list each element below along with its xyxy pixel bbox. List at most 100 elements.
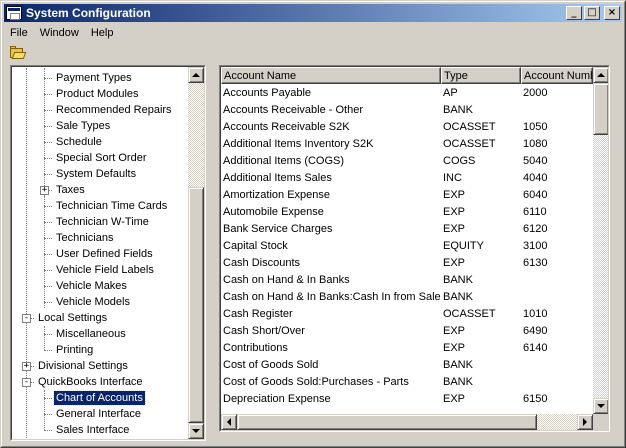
tree-item-technicians[interactable]: Technicians (54, 230, 115, 246)
menu-bar: File Window Help (4, 23, 622, 42)
tree-scroll-up-button[interactable] (188, 67, 204, 83)
account-type-cell: AP (443, 86, 458, 99)
tree-item-user-defined-fields[interactable]: User Defined Fields (54, 246, 155, 262)
table-row[interactable]: Cash Short/Over EXP 6490 (221, 322, 593, 339)
list-scroll-thumb[interactable] (593, 83, 608, 135)
table-row[interactable]: Capital Stock EQUITY 3100 (221, 237, 593, 254)
list-vertical-scrollbar[interactable] (593, 67, 608, 414)
table-row[interactable]: Contributions EXP 6140 (221, 339, 593, 356)
tree-item-quickbooks-interface[interactable]: QuickBooks Interface (36, 374, 145, 390)
table-row[interactable]: Cash on Hand & In Banks BANK (221, 271, 593, 288)
minimize-button[interactable]: _ (566, 6, 582, 20)
title-bar[interactable]: System Configuration _ □ × (4, 4, 622, 22)
tree-item-system-defaults[interactable]: System Defaults (54, 166, 138, 182)
list-scroll-down-button[interactable] (593, 398, 608, 414)
collapse-icon[interactable]: - (22, 314, 31, 323)
column-header-account-name[interactable]: Account Name (221, 67, 441, 84)
tree-item-label: Product Modules (56, 88, 139, 100)
account-name-cell: Contributions (223, 341, 288, 354)
tree-item-vehicle-makes[interactable]: Vehicle Makes (54, 278, 129, 294)
close-button[interactable]: × (604, 6, 620, 20)
column-header-type[interactable]: Type (441, 67, 521, 84)
tree-item-label: Sale Types (56, 120, 111, 132)
tree-item-sales-interface[interactable]: Sales Interface (54, 422, 131, 438)
account-type-cell: OCASSET (443, 307, 496, 320)
list-scroll-left-button[interactable] (221, 414, 237, 430)
menu-file[interactable]: File (4, 27, 34, 39)
account-name-cell: Additional Items (COGS) (223, 154, 345, 167)
account-type-cell: INC (443, 171, 462, 184)
collapse-icon[interactable]: - (22, 378, 31, 387)
tree-item-vehicle-field-labels[interactable]: Vehicle Field Labels (54, 262, 156, 278)
tree-item-label: Local Settings (38, 312, 108, 324)
list-scroll-up-button[interactable] (593, 67, 608, 83)
toolbar (4, 43, 622, 63)
table-row[interactable]: Accounts Payable AP 2000 (221, 84, 593, 101)
tree-item-schedule[interactable]: Schedule (54, 134, 104, 150)
list-horizontal-scrollbar[interactable] (221, 414, 593, 430)
maximize-button[interactable]: □ (584, 6, 600, 20)
table-row[interactable]: Depreciation Expense EXP 6150 (221, 390, 593, 407)
tree-item-vehicle-models[interactable]: Vehicle Models (54, 294, 132, 310)
maximize-icon: □ (587, 7, 597, 18)
account-type-cell: OCASSET (443, 137, 496, 150)
tree-vertical-scrollbar[interactable] (188, 67, 204, 439)
tree-view: Payment Types Product Modules Recommended … (12, 68, 188, 439)
table-row[interactable]: Accounts Receivable S2K OCASSET 1050 (221, 118, 593, 135)
menu-window[interactable]: Window (34, 27, 85, 39)
expand-icon[interactable]: + (40, 186, 49, 195)
arrow-up-icon (597, 73, 605, 77)
list-scroll-right-button[interactable] (577, 414, 593, 430)
account-type-cell: EXP (443, 188, 466, 201)
tree-item-label: System Defaults (56, 168, 137, 180)
tree-item-product-modules[interactable]: Product Modules (54, 86, 141, 102)
table-row[interactable]: Accounts Receivable - Other BANK (221, 101, 593, 118)
tree-item-payment-types[interactable]: Payment Types (54, 70, 134, 86)
table-row[interactable]: Additional Items Inventory S2K OCASSET 108… (221, 135, 593, 152)
tree-item-technician-w-time[interactable]: Technician W-Time (54, 214, 151, 230)
table-row[interactable]: Additional Items (COGS) COGS 5040 (221, 152, 593, 169)
account-name-cell: Cost of Goods Sold (223, 358, 319, 371)
tree-scroll-thumb[interactable] (188, 187, 204, 423)
arrow-right-icon (583, 418, 587, 426)
table-row[interactable]: Cash on Hand & In Banks:Cash In from Sal… (221, 288, 593, 305)
tree-item-general-interface[interactable]: General Interface (54, 406, 143, 422)
open-folder-icon[interactable] (8, 44, 28, 62)
tree-item-label: Chart of Accounts (53, 390, 146, 406)
menu-help[interactable]: Help (85, 27, 120, 39)
account-number-cell: 6140 (523, 341, 548, 354)
tree-item-recommended-repairs[interactable]: Recommended Repairs (54, 102, 174, 118)
list-body: Accounts Payable AP 2000 Accounts Receivabl… (221, 84, 593, 414)
tree-item-sale-types[interactable]: Sale Types (54, 118, 112, 134)
tree-item-divisional-settings[interactable]: Divisional Settings (36, 358, 130, 374)
tree-item-taxes[interactable]: Taxes (54, 182, 87, 198)
close-icon: × (607, 7, 617, 18)
expand-icon[interactable]: + (22, 362, 31, 371)
table-row[interactable]: Additional Items Sales INC 4040 (221, 169, 593, 186)
list-header: Account Name Type Account Number (221, 67, 593, 84)
tree-item-label: Technicians (56, 232, 114, 244)
account-number-cell: 6150 (523, 392, 548, 405)
tree-item-special-sort-order[interactable]: Special Sort Order (54, 150, 148, 166)
scroll-corner (593, 414, 608, 430)
table-row[interactable]: Cash Register OCASSET 1010 (221, 305, 593, 322)
tree-item-technician-time-cards[interactable]: Technician Time Cards (54, 198, 169, 214)
table-row[interactable]: Amortization Expense EXP 6040 (221, 186, 593, 203)
column-header-account-number[interactable]: Account Number (521, 67, 593, 84)
arrow-left-icon (227, 418, 231, 426)
tree-item-chart-of-accounts[interactable]: Chart of Accounts (53, 390, 146, 406)
table-row[interactable]: Automobile Expense EXP 6110 (221, 203, 593, 220)
account-type-cell: EXP (443, 222, 466, 235)
table-row[interactable]: Cost of Goods Sold:Purchases - Parts BANK (221, 373, 593, 390)
table-row[interactable]: Cost of Goods Sold BANK (221, 356, 593, 373)
tree-item-label: General Interface (56, 408, 141, 420)
account-name-cell: Cash Discounts (223, 256, 301, 269)
tree-item-miscellaneous[interactable]: Miscellaneous (54, 326, 128, 342)
tree-item-printing[interactable]: Printing (54, 342, 95, 358)
table-row[interactable]: Cash Discounts EXP 6130 (221, 254, 593, 271)
tree-item-local-settings[interactable]: Local Settings (36, 310, 109, 326)
list-hscroll-thumb[interactable] (237, 414, 537, 430)
table-row[interactable]: Bank Service Charges EXP 6120 (221, 220, 593, 237)
tree-item-label: Vehicle Field Labels (56, 264, 154, 276)
tree-scroll-down-button[interactable] (188, 423, 204, 439)
